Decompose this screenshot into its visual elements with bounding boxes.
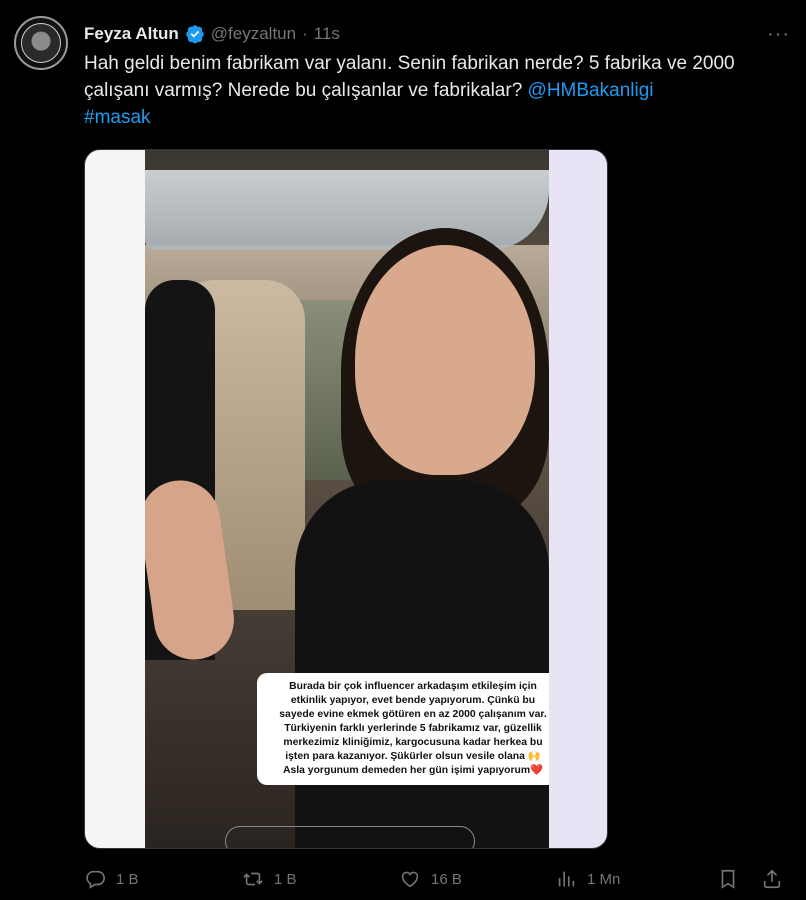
- more-options-icon[interactable]: ···: [767, 23, 790, 46]
- video-frame[interactable]: Burada bir çok influencer arkadaşım etki…: [145, 150, 549, 848]
- bookmark-icon: [721, 869, 735, 889]
- verified-badge-icon: [185, 24, 205, 44]
- caption-line: sayede evine ekmek götüren en az 2000 ça…: [279, 709, 547, 720]
- caption-line: merkezimiz kliniğimiz, kargocusuna kadar…: [283, 737, 543, 748]
- caption-line: etkinlik yapıyor, evet bende yapıyorum. …: [290, 695, 536, 706]
- story-reply-field: [225, 826, 475, 848]
- avatar[interactable]: [14, 16, 68, 70]
- caption-line: Türkiyenin farklı yerlerinde 5 fabrikamı…: [284, 723, 542, 734]
- reply-button[interactable]: 1 B: [84, 868, 139, 890]
- timestamp[interactable]: 11s: [314, 24, 340, 44]
- share-button[interactable]: [761, 868, 783, 890]
- mention-link[interactable]: @HMBakanligi: [528, 80, 654, 101]
- retweet-button[interactable]: 1 B: [242, 868, 297, 890]
- tweet-actions: 1 B 1 B 16 B 1 Mn: [84, 864, 784, 894]
- retweet-count: 1 B: [274, 870, 297, 888]
- hashtag-link[interactable]: #masak: [84, 107, 151, 128]
- author-handle[interactable]: @feyzaltun: [211, 24, 296, 44]
- reply-icon: [86, 870, 105, 889]
- tweet-text: Hah geldi benim fabrikam var yalanı. Sen…: [84, 50, 784, 131]
- author-name[interactable]: Feyza Altun: [84, 24, 179, 44]
- caption-line: Burada bir çok influencer arkadaşım etki…: [289, 681, 537, 692]
- bookmark-button[interactable]: [717, 868, 739, 890]
- like-button[interactable]: 16 B: [399, 868, 462, 890]
- tweet-header: Feyza Altun @feyzaltun · 11s ···: [84, 22, 790, 46]
- views-button[interactable]: 1 Mn: [555, 868, 620, 890]
- caption-line: işten para kazanıyor. Şükürler olsun ves…: [285, 751, 541, 762]
- caption-line: Asla yorgunum demeden her gün işimi yapı…: [282, 765, 544, 776]
- retweet-icon: [243, 872, 263, 886]
- woman-body: [295, 480, 549, 848]
- views-chart-icon: [558, 871, 575, 887]
- video-caption: Burada bir çok influencer arkadaşım etki…: [257, 673, 549, 785]
- share-icon: [763, 869, 781, 889]
- car-sunroof: [145, 170, 549, 250]
- reply-count: 1 B: [116, 870, 139, 888]
- heart-icon: [401, 871, 419, 888]
- like-count: 16 B: [431, 870, 462, 888]
- avatar-image: [21, 23, 61, 63]
- separator-dot: ·: [302, 24, 308, 43]
- woman-face: [355, 245, 535, 475]
- tweet-media[interactable]: Burada bir çok influencer arkadaşım etki…: [84, 149, 608, 849]
- views-count: 1 Mn: [587, 870, 621, 888]
